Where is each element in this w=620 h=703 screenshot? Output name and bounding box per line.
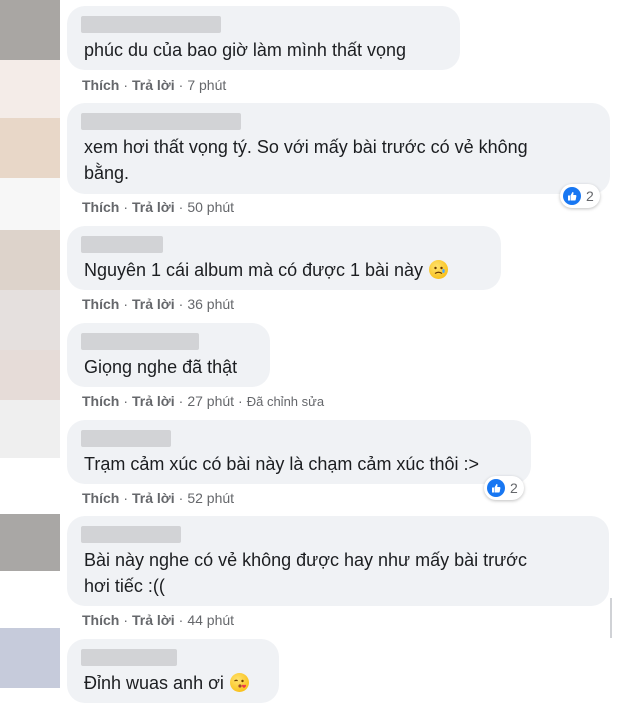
comment-bubble: xem hơi thất vọng tý. So với mấy bài trư…: [67, 103, 610, 194]
comment-bubble: phúc du của bao giờ làm mình thất vọng: [67, 6, 460, 70]
comment-actions: Thích · Trả lời · 50 phút: [82, 199, 234, 215]
like-link[interactable]: Thích: [82, 77, 119, 93]
timestamp[interactable]: 50 phút: [187, 199, 234, 215]
like-link[interactable]: Thích: [82, 393, 119, 409]
comment-text: Trạm cảm xúc có bài này là chạm cảm xúc …: [84, 454, 479, 474]
comment-actions: Thích · Trả lời · 44 phút: [82, 612, 234, 628]
comment-text: bằng.: [84, 163, 130, 183]
avatar[interactable]: [0, 628, 60, 688]
kiss-emoji: [229, 673, 249, 692]
sad-smile-emoji: [429, 260, 449, 279]
timestamp[interactable]: 44 phút: [187, 612, 234, 628]
edited-label: Đã chỉnh sửa: [246, 394, 325, 409]
separator: ·: [123, 612, 129, 628]
reaction-number: 2: [586, 188, 594, 204]
comment-bubble: Trạm cảm xúc có bài này là chạm cảm xúc …: [67, 420, 531, 484]
comment-bubble: Bài này nghe có vẻ không được hay như mấ…: [67, 516, 609, 606]
reply-link[interactable]: Trả lời: [132, 612, 175, 628]
like-link[interactable]: Thích: [82, 199, 119, 215]
separator: ·: [178, 612, 184, 628]
commenter-name[interactable]: [81, 649, 177, 666]
avatar[interactable]: [0, 230, 60, 290]
separator: ·: [123, 393, 129, 409]
timestamp[interactable]: 27 phút: [187, 393, 234, 409]
commenter-name[interactable]: [81, 16, 221, 33]
separator: ·: [123, 296, 129, 312]
separator: ·: [123, 77, 129, 93]
avatar[interactable]: [0, 400, 60, 458]
comment-text: hơi tiếc :((: [84, 576, 165, 596]
timestamp[interactable]: 52 phút: [187, 490, 234, 506]
separator: ·: [238, 393, 243, 409]
comment-text: phúc du của bao giờ làm mình thất vọng: [84, 40, 407, 60]
reaction-count[interactable]: 2: [484, 476, 524, 500]
like-link[interactable]: Thích: [82, 296, 119, 312]
avatar[interactable]: [0, 118, 60, 178]
comment-actions: Thích · Trả lời · 7 phút: [82, 77, 226, 93]
separator: ·: [178, 490, 184, 506]
avatar[interactable]: [0, 178, 60, 230]
separator: ·: [178, 77, 184, 93]
avatar[interactable]: [0, 350, 60, 400]
avatar[interactable]: [0, 290, 60, 350]
timestamp[interactable]: 7 phút: [187, 77, 226, 93]
avatar[interactable]: [0, 60, 60, 118]
separator: ·: [178, 393, 184, 409]
commenter-name[interactable]: [81, 430, 171, 447]
reply-link[interactable]: Trả lời: [132, 490, 175, 506]
commenter-name[interactable]: [81, 113, 241, 130]
reaction-count[interactable]: 2: [560, 184, 600, 208]
commenter-name[interactable]: [81, 333, 199, 350]
comment-bubble: Nguyên 1 cái album mà có được 1 bài này: [67, 226, 501, 290]
separator: ·: [178, 199, 184, 215]
commenter-name[interactable]: [81, 526, 181, 543]
like-link[interactable]: Thích: [82, 490, 119, 506]
reply-link[interactable]: Trả lời: [132, 296, 175, 312]
reaction-number: 2: [510, 480, 518, 496]
commenter-name[interactable]: [81, 236, 163, 253]
comment-actions: Thích · Trả lời · 27 phút · Đã chỉnh sửa: [82, 393, 324, 409]
separator: ·: [178, 296, 184, 312]
comment-text: xem hơi thất vọng tý. So với mấy bài trư…: [84, 137, 528, 157]
reply-link[interactable]: Trả lời: [132, 199, 175, 215]
reply-link[interactable]: Trả lời: [132, 77, 175, 93]
comment-actions: Thích · Trả lời · 52 phút: [82, 490, 234, 506]
comment-bubble: Giọng nghe đã thật: [67, 323, 270, 387]
timestamp[interactable]: 36 phút: [187, 296, 234, 312]
like-icon: [563, 187, 581, 205]
comment-actions: Thích · Trả lời · 36 phút: [82, 296, 234, 312]
avatar[interactable]: [0, 0, 60, 60]
avatar[interactable]: [0, 514, 60, 571]
like-link[interactable]: Thích: [82, 612, 119, 628]
partial-text-fragment: [610, 598, 620, 638]
comment-bubble: Đỉnh wuas anh ơi: [67, 639, 279, 703]
comment-text: Giọng nghe đã thật: [84, 357, 238, 377]
comment-text: Nguyên 1 cái album mà có được 1 bài này: [84, 257, 449, 283]
comment-text: Bài này nghe có vẻ không được hay như mấ…: [84, 550, 527, 570]
like-icon: [487, 479, 505, 497]
separator: ·: [123, 199, 129, 215]
comment-text: Đỉnh wuas anh ơi: [84, 670, 249, 696]
reply-link[interactable]: Trả lời: [132, 393, 175, 409]
separator: ·: [123, 490, 129, 506]
